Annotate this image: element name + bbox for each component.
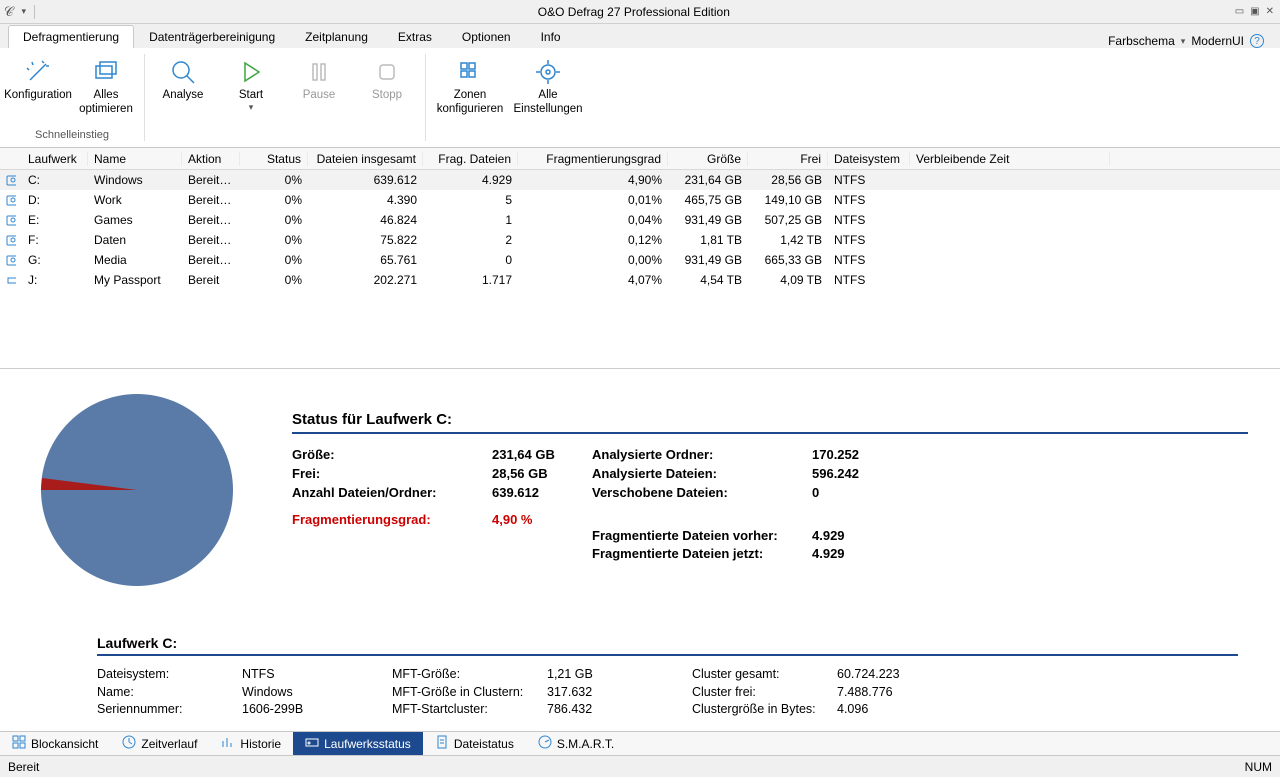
bottom-tab-historie[interactable]: Historie: [209, 732, 293, 755]
alles-optimieren-button[interactable]: Alles optimieren: [74, 52, 138, 129]
titlebar: 𝒞 ▾ O&O Defrag 27 Professional Edition ▭…: [0, 0, 1280, 24]
status-ready: Bereit: [8, 760, 39, 774]
hdr-time[interactable]: Verbleibende Zeit: [910, 152, 1110, 166]
tab-info[interactable]: Info: [526, 25, 576, 48]
ribbon-group-schnelleinstieg: Schnelleinstieg: [6, 129, 138, 143]
table-row[interactable]: C:WindowsBereit -...0%639.6124.9294,90%2…: [0, 170, 1280, 190]
colorscheme-label: Farbschema: [1108, 34, 1175, 48]
window-title: O&O Defrag 27 Professional Edition: [39, 5, 1229, 19]
disk-icon: [0, 173, 22, 187]
bottom-tab-blockansicht[interactable]: Blockansicht: [0, 732, 110, 755]
usb-icon: [0, 273, 22, 287]
drives-area: Laufwerk Name Aktion Status Dateien insg…: [0, 148, 1280, 368]
einstellungen-button[interactable]: Alle Einstellungen: [512, 52, 584, 129]
hdr-frag[interactable]: Frag. Dateien: [423, 152, 518, 166]
qat-dropdown-icon[interactable]: ▾: [17, 6, 30, 17]
hdr-name[interactable]: Name: [88, 152, 182, 166]
smart-icon: [538, 735, 552, 752]
stopp-button[interactable]: Stopp: [355, 52, 419, 129]
hdr-dateien[interactable]: Dateien insgesamt: [308, 152, 423, 166]
bottom-tab-dateistatus[interactable]: Dateistatus: [423, 732, 526, 755]
content: Laufwerk Name Aktion Status Dateien insg…: [0, 148, 1280, 731]
wand-icon: [24, 56, 52, 88]
start-button[interactable]: Start ▾: [219, 52, 283, 129]
disk-icon: [0, 193, 22, 207]
close-icon[interactable]: ✕: [1266, 6, 1274, 17]
hdr-free[interactable]: Frei: [748, 152, 828, 166]
konfiguration-button[interactable]: Konfiguration: [6, 52, 70, 129]
titlebar-sep: [34, 5, 35, 19]
file-status-icon: [435, 735, 449, 752]
analyse-button[interactable]: Analyse: [151, 52, 215, 129]
bottom-tab-zeitverlauf[interactable]: Zeitverlauf: [110, 732, 209, 755]
status-title: Status für Laufwerk C:: [292, 411, 1248, 434]
disk-icon: [0, 213, 22, 227]
hdr-fgrad[interactable]: Fragmentierungsgrad: [518, 152, 668, 166]
blocks-icon: [12, 735, 26, 752]
bottom-tab-laufwerksstatus[interactable]: Laufwerksstatus: [293, 732, 423, 755]
main-tabs: Defragmentierung Datenträgerbereinigung …: [0, 24, 1280, 48]
hdr-laufwerk[interactable]: Laufwerk: [22, 152, 88, 166]
table-row[interactable]: G:MediaBereit -...0%65.76100,00%931,49 G…: [0, 250, 1280, 270]
search-icon: [169, 56, 197, 88]
hdr-size[interactable]: Größe: [668, 152, 748, 166]
drive-detail: Laufwerk C: Dateisystem:NTFS Name:Window…: [32, 635, 1248, 719]
pie-chart: [32, 385, 242, 595]
drives-body: C:WindowsBereit -...0%639.6124.9294,90%2…: [0, 170, 1280, 290]
hdr-status[interactable]: Status: [240, 152, 308, 166]
zonen-button[interactable]: Zonen konfigurieren: [432, 52, 508, 129]
bottom-tab-smart[interactable]: S.M.A.R.T.: [526, 732, 626, 755]
app-icon: 𝒞: [0, 4, 17, 20]
disk-icon: [0, 233, 22, 247]
table-row[interactable]: F:DatenBereit -...0%75.82220,12%1,81 TB1…: [0, 230, 1280, 250]
status-num: NUM: [1245, 760, 1272, 774]
tab-optionen[interactable]: Optionen: [447, 25, 526, 48]
hdr-aktion[interactable]: Aktion: [182, 152, 240, 166]
play-icon: [237, 56, 265, 88]
help-icon[interactable]: ?: [1250, 34, 1264, 48]
chart-icon: [221, 735, 235, 752]
detail-title: Laufwerk C:: [97, 635, 1238, 656]
colorscheme-value[interactable]: ModernUI: [1191, 34, 1244, 48]
statusbar: Bereit NUM: [0, 755, 1280, 777]
hdr-fs[interactable]: Dateisystem: [828, 152, 910, 166]
table-row[interactable]: J:My PassportBereit0%202.2711.7174,07%4,…: [0, 270, 1280, 290]
chevron-down-icon[interactable]: ▾: [1181, 36, 1186, 47]
tab-datentraegerbereinigung[interactable]: Datenträgerbereinigung: [134, 25, 290, 48]
chevron-down-icon: ▾: [249, 102, 254, 113]
tab-extras[interactable]: Extras: [383, 25, 447, 48]
bottom-tabs: Blockansicht Zeitverlauf Historie Laufwe…: [0, 731, 1280, 755]
drives-header: Laufwerk Name Aktion Status Dateien insg…: [0, 148, 1280, 170]
disk-icon: [0, 253, 22, 267]
gear-icon: [534, 56, 562, 88]
maximize-icon[interactable]: ▣: [1250, 6, 1259, 17]
tab-zeitplanung[interactable]: Zeitplanung: [290, 25, 383, 48]
ribbon: Konfiguration Alles optimieren Schnellei…: [0, 48, 1280, 148]
table-row[interactable]: D:WorkBereit -...0%4.39050,01%465,75 GB1…: [0, 190, 1280, 210]
minimize-icon[interactable]: ▭: [1235, 6, 1244, 17]
clock-icon: [122, 735, 136, 752]
tab-defragmentierung[interactable]: Defragmentierung: [8, 25, 134, 48]
table-row[interactable]: E:GamesBereit -...0%46.82410,04%931,49 G…: [0, 210, 1280, 230]
pause-icon: [305, 56, 333, 88]
stop-icon: [373, 56, 401, 88]
status-panel: Status für Laufwerk C: Größe:231,64 GB F…: [0, 368, 1280, 731]
grid-icon: [456, 56, 484, 88]
drive-status-icon: [305, 735, 319, 752]
pause-button[interactable]: Pause: [287, 52, 351, 129]
optimize-icon: [92, 56, 120, 88]
